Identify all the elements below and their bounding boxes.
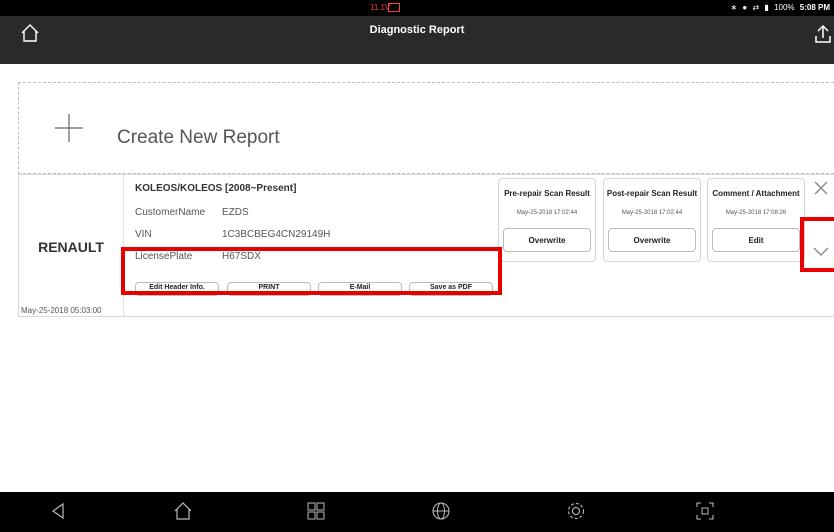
- post-repair-scan-date: May-25-2018 17:02:44: [621, 210, 683, 216]
- vin-label: VIN: [135, 229, 152, 240]
- recent-apps-icon[interactable]: [305, 500, 327, 522]
- browser-icon[interactable]: [430, 500, 452, 522]
- pre-repair-scan-date: May-25-2018 17:02:44: [516, 210, 578, 216]
- create-new-report-label: Create New Report: [117, 127, 280, 148]
- post-repair-scan-title: Post-repair Scan Result: [606, 189, 698, 198]
- post-repair-overwrite-button[interactable]: Overwrite: [608, 228, 696, 252]
- vehicle-battery-icon: [388, 3, 400, 12]
- post-repair-scan-panel: Post-repair Scan Result May-25-2018 17:0…: [603, 178, 701, 262]
- report-date: May-25-2018 05:03:00: [21, 306, 102, 315]
- system-status: ∗ ● ⇄ ▮ 100% 5:08 PM: [727, 3, 830, 12]
- customer-name-label: CustomerName: [135, 207, 206, 218]
- battery-level: 100%: [774, 3, 795, 12]
- status-bar: 11.1V ∗ ● ⇄ ▮ 100% 5:08 PM: [0, 0, 834, 16]
- comment-attachment-panel: Comment / Attachment May-25-2018 17:08:2…: [707, 178, 805, 262]
- close-icon[interactable]: [812, 179, 830, 197]
- back-icon[interactable]: [48, 500, 70, 522]
- clock: 5:08 PM: [799, 3, 830, 12]
- bluetooth-icon: ∗: [730, 3, 738, 12]
- screenshot-icon[interactable]: [694, 500, 716, 522]
- page-title: Diagnostic Report: [369, 24, 465, 36]
- pre-repair-scan-panel: Pre-repair Scan Result May-25-2018 17:02…: [498, 178, 596, 262]
- battery-icon: ▮: [764, 3, 769, 12]
- customer-name-row: CustomerName EZDS: [135, 207, 249, 218]
- pre-repair-overwrite-button[interactable]: Overwrite: [503, 228, 591, 252]
- comment-attachment-date: May-25-2018 17:08:26: [725, 210, 787, 216]
- vin-row: VIN 1C3BCBEG4CN29149H: [135, 229, 330, 240]
- highlight-box-header: [121, 247, 502, 295]
- do-not-disturb-icon: ●: [742, 3, 748, 12]
- vehicle-model: KOLEOS/KOLEOS [2008~Present]: [135, 183, 297, 194]
- pre-repair-scan-title: Pre-repair Scan Result: [504, 189, 590, 198]
- customer-name-value: EZDS: [222, 207, 249, 218]
- comment-edit-button[interactable]: Edit: [712, 228, 800, 252]
- vin-value: 1C3BCBEG4CN29149H: [222, 229, 331, 240]
- plus-icon: [55, 114, 83, 142]
- create-new-report-button[interactable]: Create New Report: [18, 82, 834, 174]
- settings-icon[interactable]: [565, 500, 587, 522]
- comment-attachment-title: Comment / Attachment: [712, 189, 800, 198]
- report-make-panel: RENAULT May-25-2018 05:03:00: [19, 175, 123, 316]
- highlight-box-side: [800, 217, 834, 272]
- share-icon[interactable]: [814, 24, 832, 44]
- home-icon[interactable]: [172, 500, 194, 522]
- network-icon: ⇄: [752, 3, 760, 12]
- vehicle-make: RENAULT: [38, 239, 104, 255]
